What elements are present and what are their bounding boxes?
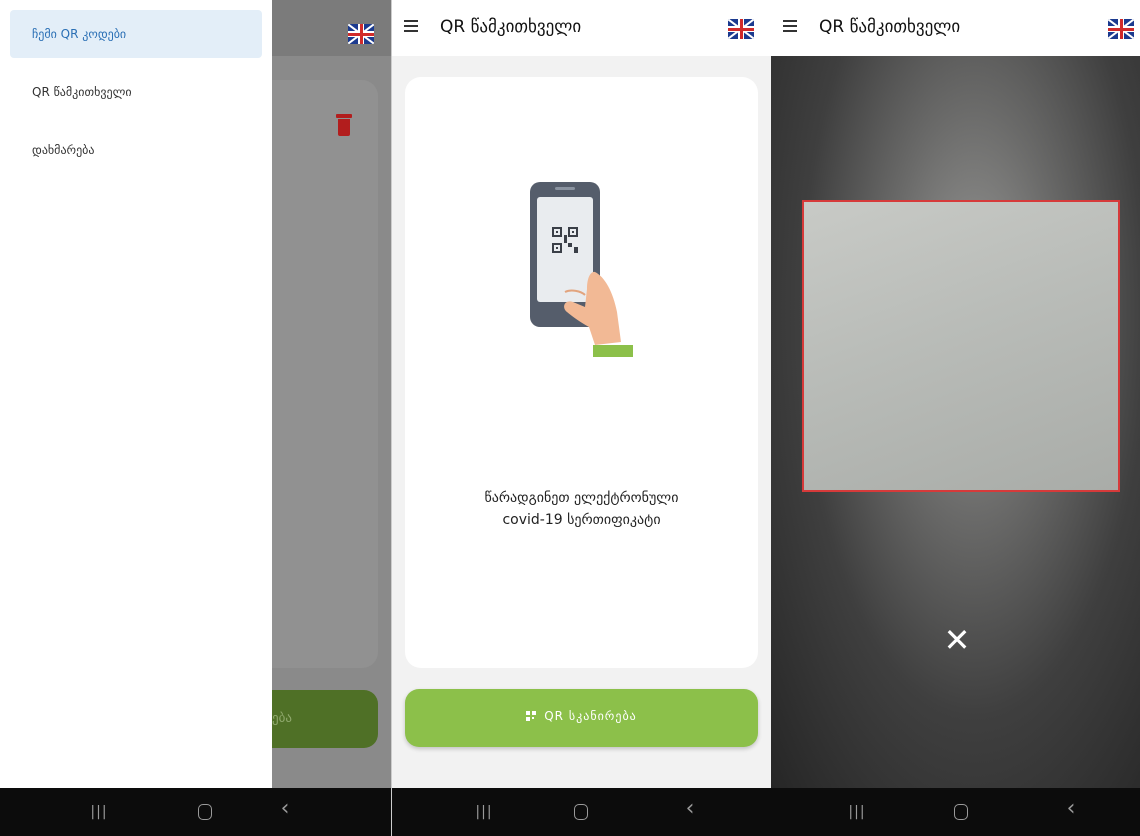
nav-home-icon[interactable] — [954, 804, 968, 820]
scrimmed-button[interactable]: ება — [272, 690, 378, 748]
app-bar: QR წამკითხველი — [771, 0, 1140, 56]
hamburger-icon[interactable] — [404, 20, 418, 32]
screen-qr-camera: QR წამკითხველი ✕ ||| ‹ — [771, 0, 1140, 836]
navigation-drawer: ჩემი QR კოდები QR წამკითხველი დახმარება — [0, 0, 272, 788]
nav-back-icon[interactable]: ‹ — [273, 798, 297, 820]
close-icon[interactable]: ✕ — [943, 624, 971, 656]
uk-flag-icon[interactable] — [1108, 19, 1134, 39]
nav-recent-icon[interactable]: ||| — [87, 802, 111, 822]
page-title: QR წამკითხველი — [819, 17, 961, 37]
qr-icon — [526, 711, 537, 721]
app-bar: QR წამკითხველი — [392, 0, 771, 56]
nav-home-icon[interactable] — [198, 804, 212, 820]
system-nav-bar: ||| ‹ — [0, 788, 391, 836]
scrimmed-button-label: ება — [272, 711, 292, 726]
instruction-card: წარადგინეთ ელექტრონული covid-19 სერთიფიკ… — [405, 77, 758, 668]
instruction-line-1: წარადგინეთ ელექტრონული — [484, 490, 679, 506]
uk-flag-icon[interactable] — [728, 19, 754, 39]
scrimmed-card — [272, 80, 378, 668]
instruction-line-2: covid-19 სერთიფიკატი — [502, 512, 661, 528]
drawer-item-help[interactable]: დახმარება — [10, 126, 262, 174]
phone-scan-illustration — [530, 182, 633, 357]
system-nav-bar: ||| ‹ — [771, 788, 1140, 836]
trash-icon[interactable] — [336, 114, 352, 136]
qr-scan-button-content: QR სკანირება — [405, 709, 758, 723]
drawer-item-qr-reader[interactable]: QR წამკითხველი — [10, 68, 262, 116]
uk-flag-icon[interactable] — [348, 24, 374, 44]
nav-back-icon[interactable]: ‹ — [1059, 798, 1083, 820]
instruction-text: წარადგინეთ ელექტრონული covid-19 სერთიფიკ… — [405, 487, 758, 531]
screen-qr-reader-intro: QR წამკითხველი წარადგინეთ ელექტრონული co… — [391, 0, 771, 836]
nav-back-icon[interactable]: ‹ — [678, 798, 702, 820]
qr-scan-button-label: QR სკანირება — [544, 709, 637, 723]
screen-menu: ება ჩემი QR კოდები QR წამკითხველი დახმარ… — [0, 0, 391, 836]
drawer-item-label: QR წამკითხველი — [32, 85, 132, 99]
page-title: QR წამკითხველი — [440, 17, 582, 37]
qr-scan-button[interactable]: QR სკანირება — [405, 689, 758, 747]
nav-recent-icon[interactable]: ||| — [845, 802, 869, 822]
nav-recent-icon[interactable]: ||| — [472, 802, 496, 822]
system-nav-bar: ||| ‹ — [392, 788, 771, 836]
hamburger-icon[interactable] — [783, 20, 797, 32]
drawer-item-label: დახმარება — [32, 143, 95, 157]
nav-home-icon[interactable] — [574, 804, 588, 820]
drawer-item-my-qr-codes[interactable]: ჩემი QR კოდები — [10, 10, 262, 58]
scan-frame — [802, 200, 1120, 492]
drawer-item-label: ჩემი QR კოდები — [32, 27, 127, 41]
